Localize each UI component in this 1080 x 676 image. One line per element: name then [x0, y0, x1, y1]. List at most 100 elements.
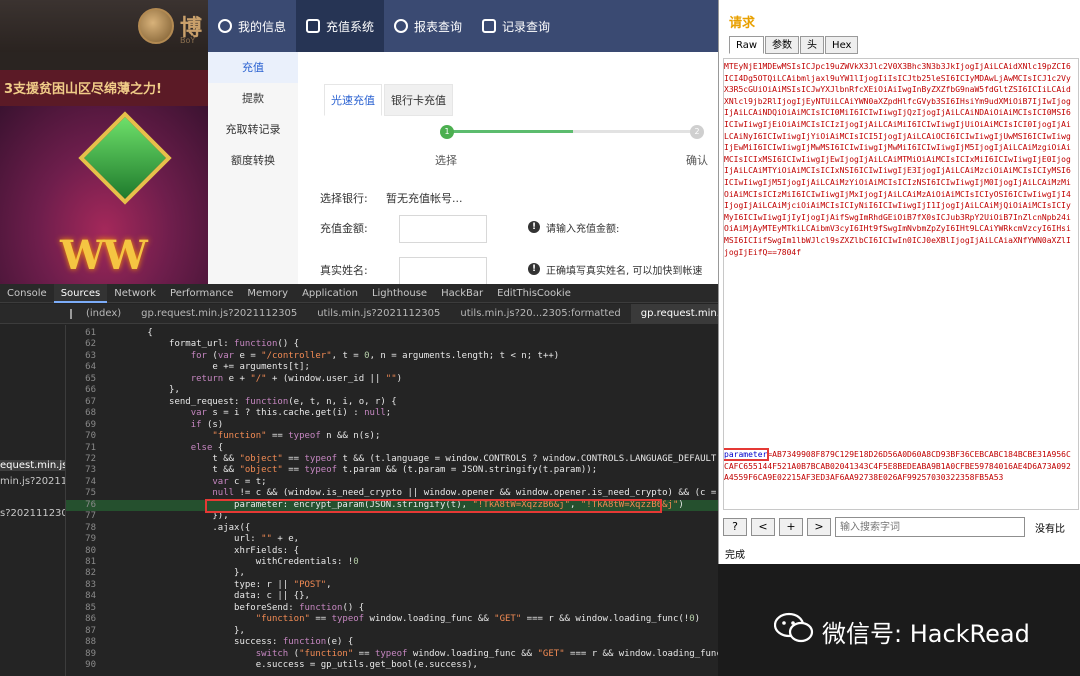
code-line[interactable]: 81 withCredentials: !0	[66, 557, 718, 569]
line-number[interactable]: 66	[66, 385, 96, 397]
line-number[interactable]: 69	[66, 420, 96, 432]
line-number[interactable]: 83	[66, 580, 96, 592]
tab-raw[interactable]: Raw	[729, 36, 765, 54]
tab-editthiscookie[interactable]: EditThisCookie	[490, 284, 578, 303]
find-prev-button[interactable]: <	[751, 518, 775, 536]
line-number[interactable]: 64	[66, 362, 96, 374]
code-line[interactable]: 72 t && "object" == typeof t && (t.langu…	[66, 454, 718, 466]
tab-bank-card-recharge[interactable]: 银行卡充值	[384, 84, 453, 116]
tab-application[interactable]: Application	[295, 284, 365, 303]
line-number[interactable]: 70	[66, 431, 96, 443]
sidebar-toggle-icon[interactable]	[70, 308, 72, 319]
line-number[interactable]: 61	[66, 328, 96, 340]
code-line[interactable]: 83 type: r || "POST",	[66, 580, 718, 592]
line-number[interactable]: 65	[66, 374, 96, 386]
find-help-button[interactable]: ?	[723, 518, 747, 536]
line-number[interactable]: 72	[66, 454, 96, 466]
line-number[interactable]: 63	[66, 351, 96, 363]
code-line[interactable]: 71 else {	[66, 443, 718, 455]
navigator-file[interactable]: s?2021112305	[0, 508, 65, 519]
code-line[interactable]: 69 if (s)	[66, 420, 718, 432]
line-number[interactable]: 88	[66, 637, 96, 649]
code-line[interactable]: 80 xhrFields: {	[66, 546, 718, 558]
code-line[interactable]: 73 t && "object" == typeof t.param && (t…	[66, 465, 718, 477]
file-tab-utils[interactable]: utils.min.js?2021112305	[307, 304, 450, 324]
code-line[interactable]: 88 success: function(e) {	[66, 637, 718, 649]
code-line[interactable]: 90 e.success = gp_utils.get_bool(e.succe…	[66, 660, 718, 672]
code-line[interactable]: 82 },	[66, 568, 718, 580]
nav-record-query[interactable]: 记录查询	[472, 0, 560, 52]
code-line[interactable]: 89 switch ("function" == typeof window.l…	[66, 649, 718, 661]
line-number[interactable]: 84	[66, 591, 96, 603]
code-line[interactable]: 67 send_request: function(e, t, n, i, o,…	[66, 397, 718, 409]
line-number[interactable]: 67	[66, 397, 96, 409]
line-number[interactable]: 90	[66, 660, 96, 672]
code-line[interactable]: 61 {	[66, 328, 718, 340]
line-number[interactable]: 89	[66, 649, 96, 661]
sidebar-item-withdraw[interactable]: 提款	[208, 83, 298, 114]
code-line[interactable]: 63 for (var e = "/controller", t = 0, n …	[66, 351, 718, 363]
file-tab-utils-formatted[interactable]: utils.min.js?20...2305:formatted	[450, 304, 630, 324]
line-number[interactable]: 77	[66, 511, 96, 523]
tab-hex[interactable]: Hex	[825, 36, 859, 54]
code-line[interactable]: 64 e += arguments[t];	[66, 362, 718, 374]
line-number[interactable]: 62	[66, 339, 96, 351]
sidebar-item-transfer-records[interactable]: 充取转记录	[208, 114, 298, 145]
line-number[interactable]: 82	[66, 568, 96, 580]
tab-params[interactable]: 参数	[765, 36, 800, 54]
site-logo-icon[interactable]	[138, 8, 174, 44]
nav-recharge-system[interactable]: 充值系统	[296, 0, 385, 52]
code-line[interactable]: 85 beforeSend: function() {	[66, 603, 718, 615]
real-name-input[interactable]	[399, 257, 487, 285]
navigator-file[interactable]: equest.min.js?202	[0, 460, 65, 471]
code-line[interactable]: 66 },	[66, 385, 718, 397]
bank-value[interactable]: 暂无充值帐号...	[386, 190, 463, 206]
line-number[interactable]: 73	[66, 465, 96, 477]
line-number[interactable]: 76	[66, 500, 96, 512]
tab-network[interactable]: Network	[107, 284, 163, 303]
code-line[interactable]: 86 "function" == typeof window.loading_f…	[66, 614, 718, 626]
line-number[interactable]: 78	[66, 523, 96, 535]
line-number[interactable]: 80	[66, 546, 96, 558]
code-line[interactable]: 78 .ajax({	[66, 523, 718, 535]
amount-input[interactable]	[399, 215, 487, 243]
code-line[interactable]: 65 return e + "/" + (window.user_id || "…	[66, 374, 718, 386]
tab-performance[interactable]: Performance	[163, 284, 240, 303]
code-text: url: "" + e,	[104, 534, 300, 545]
line-number[interactable]: 68	[66, 408, 96, 420]
line-number[interactable]: 85	[66, 603, 96, 615]
find-input[interactable]	[835, 517, 1025, 537]
code-line[interactable]: 79 url: "" + e,	[66, 534, 718, 546]
code-line[interactable]: 74 var c = t;	[66, 477, 718, 489]
tab-memory[interactable]: Memory	[240, 284, 295, 303]
find-add-button[interactable]: +	[779, 518, 803, 536]
line-number[interactable]: 75	[66, 488, 96, 500]
code-line[interactable]: 87 },	[66, 626, 718, 638]
file-tab-index[interactable]: (index)	[76, 304, 131, 324]
line-number[interactable]: 86	[66, 614, 96, 626]
line-number[interactable]: 87	[66, 626, 96, 638]
tab-hackbar[interactable]: HackBar	[434, 284, 490, 303]
sidebar-item-recharge[interactable]: 充值	[208, 52, 298, 83]
line-number[interactable]: 79	[66, 534, 96, 546]
code-line[interactable]: 84 data: c || {},	[66, 591, 718, 603]
nav-report-query[interactable]: 报表查询	[384, 0, 472, 52]
tab-fast-recharge[interactable]: 光速充值	[324, 84, 382, 116]
tab-headers[interactable]: 头	[800, 36, 825, 54]
line-number[interactable]: 74	[66, 477, 96, 489]
request-raw-body[interactable]: MTEyNjE1MDEwMSIsICJpc19uZWVkX3Jlc2V0X3Bh…	[723, 58, 1079, 510]
navigator-file[interactable]: min.js?2021111	[0, 476, 65, 487]
code-line[interactable]: 62 format_url: function() {	[66, 339, 718, 351]
tab-console[interactable]: Console	[0, 284, 54, 303]
line-number[interactable]: 71	[66, 443, 96, 455]
code-line[interactable]: 68 var s = i ? this.cache.get(i) : null;	[66, 408, 718, 420]
nav-my-info[interactable]: 我的信息	[208, 0, 296, 52]
line-number[interactable]: 81	[66, 557, 96, 569]
recharge-panel: 充值 提款 充取转记录 额度转换 光速充值 银行卡充值 1 2 选择 确认 选择…	[208, 52, 718, 285]
tab-sources[interactable]: Sources	[53, 283, 108, 303]
tab-lighthouse[interactable]: Lighthouse	[365, 284, 434, 303]
code-line[interactable]: 70 "function" == typeof n && n(s);	[66, 431, 718, 443]
file-tab-gp-request[interactable]: gp.request.min.js?2021112305	[131, 304, 307, 324]
sidebar-item-quota-transfer[interactable]: 额度转换	[208, 145, 298, 176]
find-next-button[interactable]: >	[807, 518, 831, 536]
